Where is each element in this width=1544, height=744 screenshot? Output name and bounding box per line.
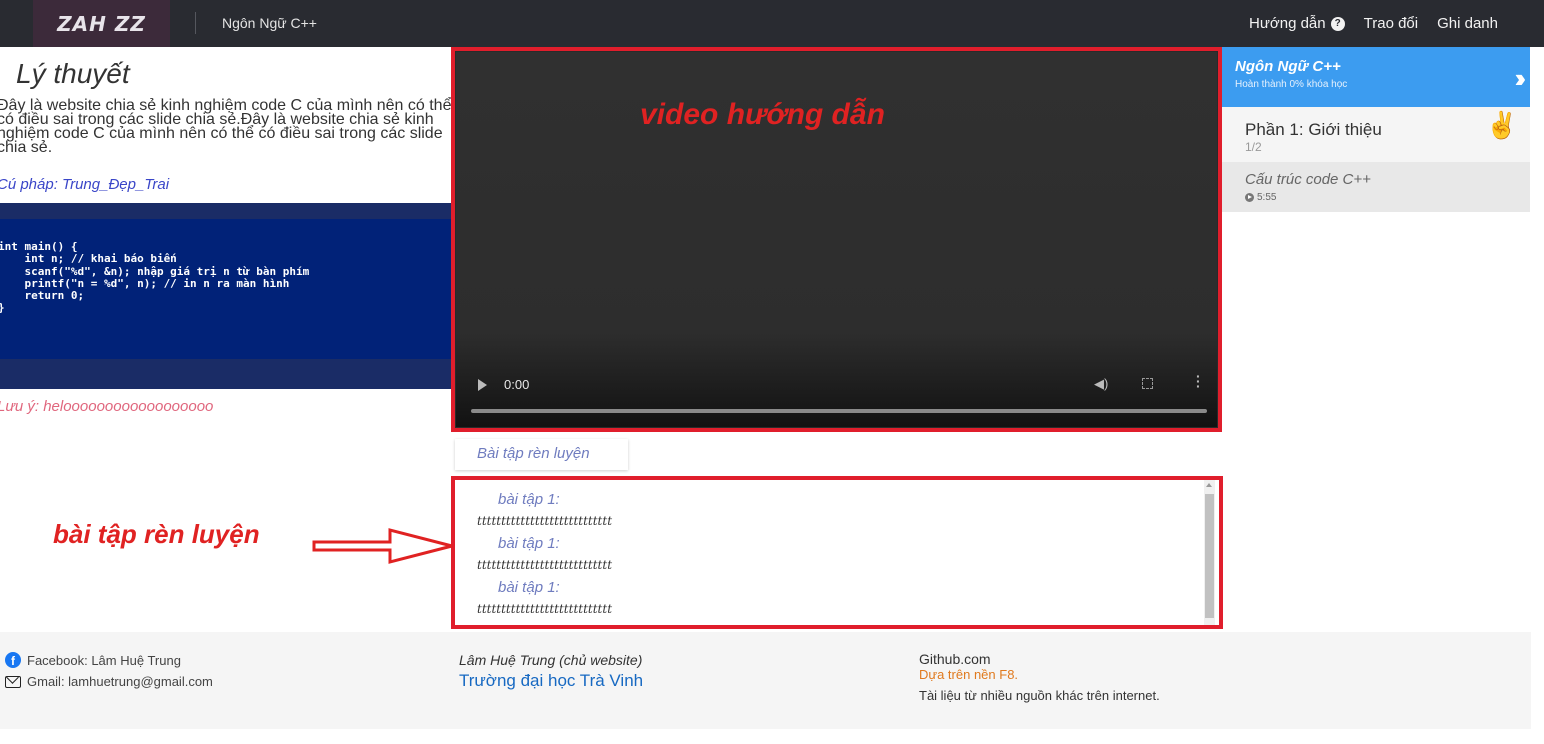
gmail-text: Gmail: lamhuetrung@gmail.com <box>27 674 213 689</box>
top-navbar: ZAH ZZ Ngôn Ngữ C++ Hướng dẫn ? Trao đổi… <box>0 0 1544 47</box>
code-block: int main() { int n; // khai báo biến sca… <box>0 203 452 389</box>
lesson-title: Cấu trúc code C++ <box>1245 171 1371 188</box>
topbar-divider <box>195 12 196 34</box>
exercise-title: bài tập 1: <box>498 491 560 508</box>
play-icon[interactable] <box>478 379 487 391</box>
nav-discuss-link[interactable]: Trao đổi <box>1364 15 1418 32</box>
help-icon: ? <box>1330 16 1345 31</box>
footer-based-on-link[interactable]: Dựa trên nền F8. <box>919 667 1018 682</box>
sidebar-section-intro[interactable]: Phần 1: Giới thiệu 1/2 ✌ <box>1222 107 1530 162</box>
footer-school-link[interactable]: Trường đại học Trà Vinh <box>459 671 643 691</box>
exercise-body: tttttttttttttttttttttttttttt <box>477 514 613 528</box>
theory-title: Lý thuyết <box>16 58 130 89</box>
exercise-list: bài tập 1: tttttttttttttttttttttttttttt … <box>477 488 612 625</box>
lesson-duration-text: 5:55 <box>1257 192 1277 203</box>
exercise-item: bài tập 1: tttttttttttttttttttttttttttt <box>477 576 612 620</box>
nav-guide-link[interactable]: Hướng dẫn ? <box>1249 15 1345 32</box>
lesson-duration: 5:55 <box>1245 192 1276 203</box>
sidebar-progress-text: Hoàn thành 0% khóa học <box>1235 79 1348 90</box>
section-title: Phần 1: Giới thiệu <box>1245 120 1382 139</box>
exercise-item: bài tập 1: <box>477 620 612 625</box>
facebook-icon: f <box>5 652 21 668</box>
mail-icon <box>5 675 21 688</box>
video-time: 0:00 <box>504 377 530 392</box>
sidebar-course-title: Ngôn Ngữ C++ <box>1235 58 1341 75</box>
play-circle-icon <box>1245 193 1254 202</box>
exercise-title: bài tập 1: <box>477 620 612 625</box>
exercises-tab[interactable]: Bài tập rèn luyện <box>455 439 628 470</box>
exercises-panel[interactable]: bài tập 1: tttttttttttttttttttttttttttt … <box>451 476 1223 629</box>
exercise-scrollbar[interactable] <box>1204 480 1215 625</box>
sidebar-lesson-item[interactable]: Cấu trúc code C++ 5:55 <box>1222 162 1530 212</box>
video-progress-bar[interactable] <box>471 409 1207 413</box>
footer-gmail[interactable]: Gmail: lamhuetrung@gmail.com <box>5 674 213 689</box>
exercise-title: bài tập 1: <box>498 579 560 596</box>
video-screen[interactable]: video hướng dẫn 0:00 ◀) · · · <box>456 52 1217 427</box>
nav-register-link[interactable]: Ghi danh <box>1437 15 1498 32</box>
more-options-icon[interactable]: · · · <box>1196 369 1201 393</box>
annotation-arrow-icon <box>312 528 453 564</box>
exercise-body: tttttttttttttttttttttttttttt <box>477 602 613 616</box>
exercise-title: bài tập 1: <box>498 535 560 552</box>
nav-guide-label: Hướng dẫn <box>1249 15 1326 32</box>
scroll-up-arrow-icon[interactable] <box>1206 483 1212 487</box>
section-count: 1/2 <box>1245 140 1262 154</box>
exercise-annotation: bài tập rèn luyện <box>53 519 260 549</box>
code-panel: int main() { int n; // khai báo biến sca… <box>0 219 452 359</box>
theory-description: Đây là website chia sẻ kinh nghiệm code … <box>0 97 452 156</box>
syntax-text: Cú pháp: Trung_Đẹp_Trai <box>0 176 170 193</box>
video-annotation: video hướng dẫn <box>640 98 885 131</box>
footer-github-link[interactable]: Github.com <box>919 651 991 667</box>
footer-owner: Lâm Huệ Trung (chủ website) <box>459 652 643 668</box>
course-sidebar-header: Ngôn Ngữ C++ Hoàn thành 0% khóa học ›› <box>1222 47 1530 107</box>
victory-hand-icon: ✌ <box>1485 110 1518 140</box>
footer: f Facebook: Lâm Huệ Trung Gmail: lamhuet… <box>0 632 1531 729</box>
logo-text: ZAH ZZ <box>57 11 146 36</box>
footer-docs-text: Tài liệu từ nhiều nguồn khác trên intern… <box>919 688 1160 703</box>
exercise-item: bài tập 1: tttttttttttttttttttttttttttt <box>477 532 612 576</box>
site-logo[interactable]: ZAH ZZ <box>33 0 170 47</box>
scroll-thumb[interactable] <box>1205 494 1214 618</box>
note-text: Lưu ý: heloooooooooooooooooo <box>0 398 214 415</box>
top-nav: Hướng dẫn ? Trao đổi Ghi danh <box>1249 15 1498 32</box>
video-player[interactable]: video hướng dẫn 0:00 ◀) · · · <box>451 47 1222 432</box>
footer-facebook[interactable]: f Facebook: Lâm Huệ Trung <box>5 652 181 668</box>
course-name: Ngôn Ngữ C++ <box>222 15 317 31</box>
facebook-text: Facebook: Lâm Huệ Trung <box>27 652 181 668</box>
fullscreen-icon[interactable] <box>1142 378 1153 389</box>
volume-icon[interactable]: ◀) <box>1094 376 1108 392</box>
collapse-sidebar-icon[interactable]: ›› <box>1515 63 1527 94</box>
code-content: int main() { int n; // khai báo biến sca… <box>0 240 310 314</box>
exercise-item: bài tập 1: tttttttttttttttttttttttttttt <box>477 488 612 532</box>
exercise-body: tttttttttttttttttttttttttttt <box>477 558 613 572</box>
